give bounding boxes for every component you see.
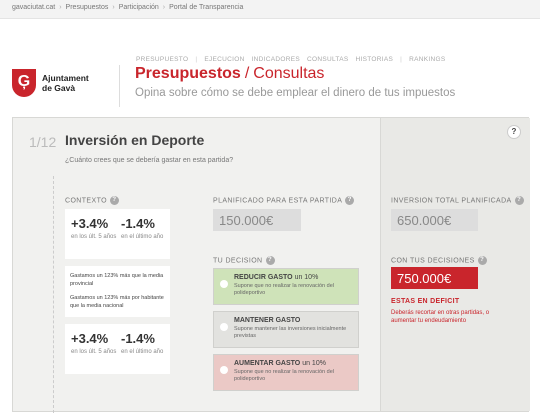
help-button[interactable]: ? bbox=[507, 125, 521, 139]
stat-note: en el último año bbox=[121, 234, 164, 240]
logo-line-2: de Gavà bbox=[42, 83, 76, 93]
option-label: AUMENTAR GASTO un 10% bbox=[234, 360, 352, 367]
help-icon[interactable]: ? bbox=[265, 256, 275, 265]
total-label-text: INVERSION TOTAL PLANIFICADA bbox=[391, 197, 512, 205]
planned-label: PLANIFICADO PARA ESTA PARTIDA? bbox=[213, 196, 355, 205]
nav-item-indicadores[interactable]: INDICADORES bbox=[252, 56, 300, 63]
header-divider bbox=[119, 65, 120, 107]
nav-item-presupuesto[interactable]: PRESUPUESTO bbox=[136, 56, 188, 63]
option-reduce[interactable]: REDUCIR GASTO un 10% Supone que no reali… bbox=[213, 268, 359, 305]
nav-item-consultas[interactable]: CONSULTAS bbox=[307, 56, 348, 63]
help-icon[interactable]: ? bbox=[477, 256, 487, 265]
breadcrumb-separator: › bbox=[59, 4, 62, 11]
breadcrumb-item[interactable]: Presupuestos bbox=[66, 4, 109, 11]
dashed-divider bbox=[53, 176, 54, 413]
context-stats-box: +3.4% en los últ. 5 años -1.4% en el últ… bbox=[65, 324, 170, 374]
logo-text: Ajuntament de Gavà bbox=[42, 73, 89, 93]
option-maintain[interactable]: MANTENER GASTO Supone mantener las inver… bbox=[213, 311, 359, 348]
page-title-main: Presupuestos bbox=[135, 65, 241, 82]
stat-value: -1.4% bbox=[121, 331, 155, 346]
page-header: Ģ Ajuntament de Gavà PRESUPUESTO | EJECUCI… bbox=[0, 19, 540, 119]
context-stats-box: +3.4% en los últ. 5 años -1.4% en el últ… bbox=[65, 209, 170, 259]
option-amount: un 10% bbox=[294, 274, 319, 281]
option-title: REDUCIR GASTO bbox=[234, 274, 293, 281]
breadcrumb: gavaciutat.cat › Presupuestos › Participació… bbox=[0, 0, 540, 19]
stat-value: +3.4% bbox=[71, 216, 109, 231]
nav-item-ejecucion[interactable]: EJECUCION bbox=[204, 56, 244, 63]
breadcrumb-separator: › bbox=[162, 4, 166, 11]
stat-last-year: -1.4% en el último año bbox=[121, 216, 169, 241]
context-label-text: CONTEXTO bbox=[65, 197, 107, 205]
question-panel: ? 1/12 Inversión en Deporte ¿Cuánto cree… bbox=[12, 117, 530, 413]
stat-value: -1.4% bbox=[121, 216, 155, 231]
breadcrumb-item[interactable]: gavaciutat.cat bbox=[12, 4, 55, 11]
total-label: INVERSION TOTAL PLANIFICADA? bbox=[391, 196, 524, 205]
page-title-slash: / bbox=[244, 65, 250, 82]
option-label: REDUCIR GASTO un 10% bbox=[234, 274, 352, 281]
total-value: 650.000€ bbox=[391, 209, 478, 231]
radio-button[interactable] bbox=[220, 366, 228, 374]
your-decisions-value: 750.000€ bbox=[391, 267, 478, 289]
stat-note: en los últ. 5 años bbox=[71, 349, 117, 355]
your-decisions-label-text: CON TUS DECISIONES bbox=[391, 257, 475, 265]
context-label: CONTEXTO? bbox=[65, 196, 119, 205]
help-icon[interactable]: ? bbox=[109, 196, 119, 205]
shield-icon: Ģ bbox=[12, 69, 36, 97]
decision-label: TU DECISION? bbox=[213, 256, 275, 265]
radio-button[interactable] bbox=[220, 323, 228, 331]
stat-value: +3.4% bbox=[71, 331, 109, 346]
context-text-box: Gastamos un 123% más que la media provin… bbox=[65, 266, 170, 317]
breadcrumb-separator: › bbox=[112, 4, 115, 11]
question-title: Inversión en Deporte bbox=[65, 132, 205, 148]
context-text-provincial: Gastamos un 123% más que la media provin… bbox=[70, 273, 164, 287]
option-title: MANTENER GASTO bbox=[234, 317, 301, 324]
page-title-section: Consultas bbox=[253, 65, 325, 82]
breadcrumb-item[interactable]: Participación bbox=[119, 4, 159, 11]
stat-last-year: -1.4% en el último año bbox=[121, 331, 169, 356]
option-label: MANTENER GASTO bbox=[234, 317, 352, 324]
page-subtitle: Opina sobre cómo se debe emplear el dine… bbox=[135, 87, 456, 99]
option-title: AUMENTAR GASTO bbox=[234, 360, 301, 367]
help-icon[interactable]: ? bbox=[345, 196, 355, 205]
stat-five-years: +3.4% en los últ. 5 años bbox=[71, 216, 119, 241]
nav-item-rankings[interactable]: RANKINGS bbox=[409, 56, 445, 63]
nav-separator: | bbox=[400, 56, 403, 63]
deficit-label: ESTAS EN DEFICIT bbox=[391, 298, 460, 305]
page-title: Presupuestos / Consultas bbox=[135, 65, 324, 83]
breadcrumb-item[interactable]: Portal de Transparencia bbox=[169, 4, 243, 11]
deficit-description: Deberás recortar en otras partidas, o au… bbox=[391, 310, 490, 324]
option-description: Supone que no realizar la renovación del… bbox=[234, 283, 334, 296]
option-amount: un 10% bbox=[302, 360, 326, 367]
question-subtitle: ¿Cuánto crees que se debería gastar en e… bbox=[65, 157, 234, 164]
radio-button[interactable] bbox=[220, 280, 228, 288]
nav-item-historias[interactable]: HISTORIAS bbox=[356, 56, 394, 63]
planned-label-text: PLANIFICADO PARA ESTA PARTIDA bbox=[213, 197, 343, 205]
your-decisions-label: CON TUS DECISIONES? bbox=[391, 256, 487, 265]
option-description: Supone mantener las inversiones inicialm… bbox=[234, 326, 347, 339]
logo-line-1: Ajuntament bbox=[42, 73, 89, 83]
question-number: 1/12 bbox=[29, 134, 57, 150]
nav-separator: | bbox=[195, 56, 198, 63]
stat-note: en los últ. 5 años bbox=[71, 234, 117, 240]
city-logo[interactable]: Ģ Ajuntament de Gavà bbox=[12, 69, 89, 97]
decision-label-text: TU DECISION bbox=[213, 257, 263, 265]
planned-value: 150.000€ bbox=[213, 209, 301, 231]
stat-five-years: +3.4% en los últ. 5 años bbox=[71, 331, 119, 356]
context-text-national: Gastamos un 123% más por habitante que l… bbox=[70, 295, 164, 309]
stat-note: en el último año bbox=[121, 349, 164, 355]
main-nav: PRESUPUESTO | EJECUCION INDICADORES CONSULTA… bbox=[136, 56, 452, 63]
option-increase[interactable]: AUMENTAR GASTO un 10% Supone que no real… bbox=[213, 354, 359, 391]
option-description: Supone que no realizar la renovación del… bbox=[234, 369, 334, 382]
help-icon[interactable]: ? bbox=[514, 196, 524, 205]
